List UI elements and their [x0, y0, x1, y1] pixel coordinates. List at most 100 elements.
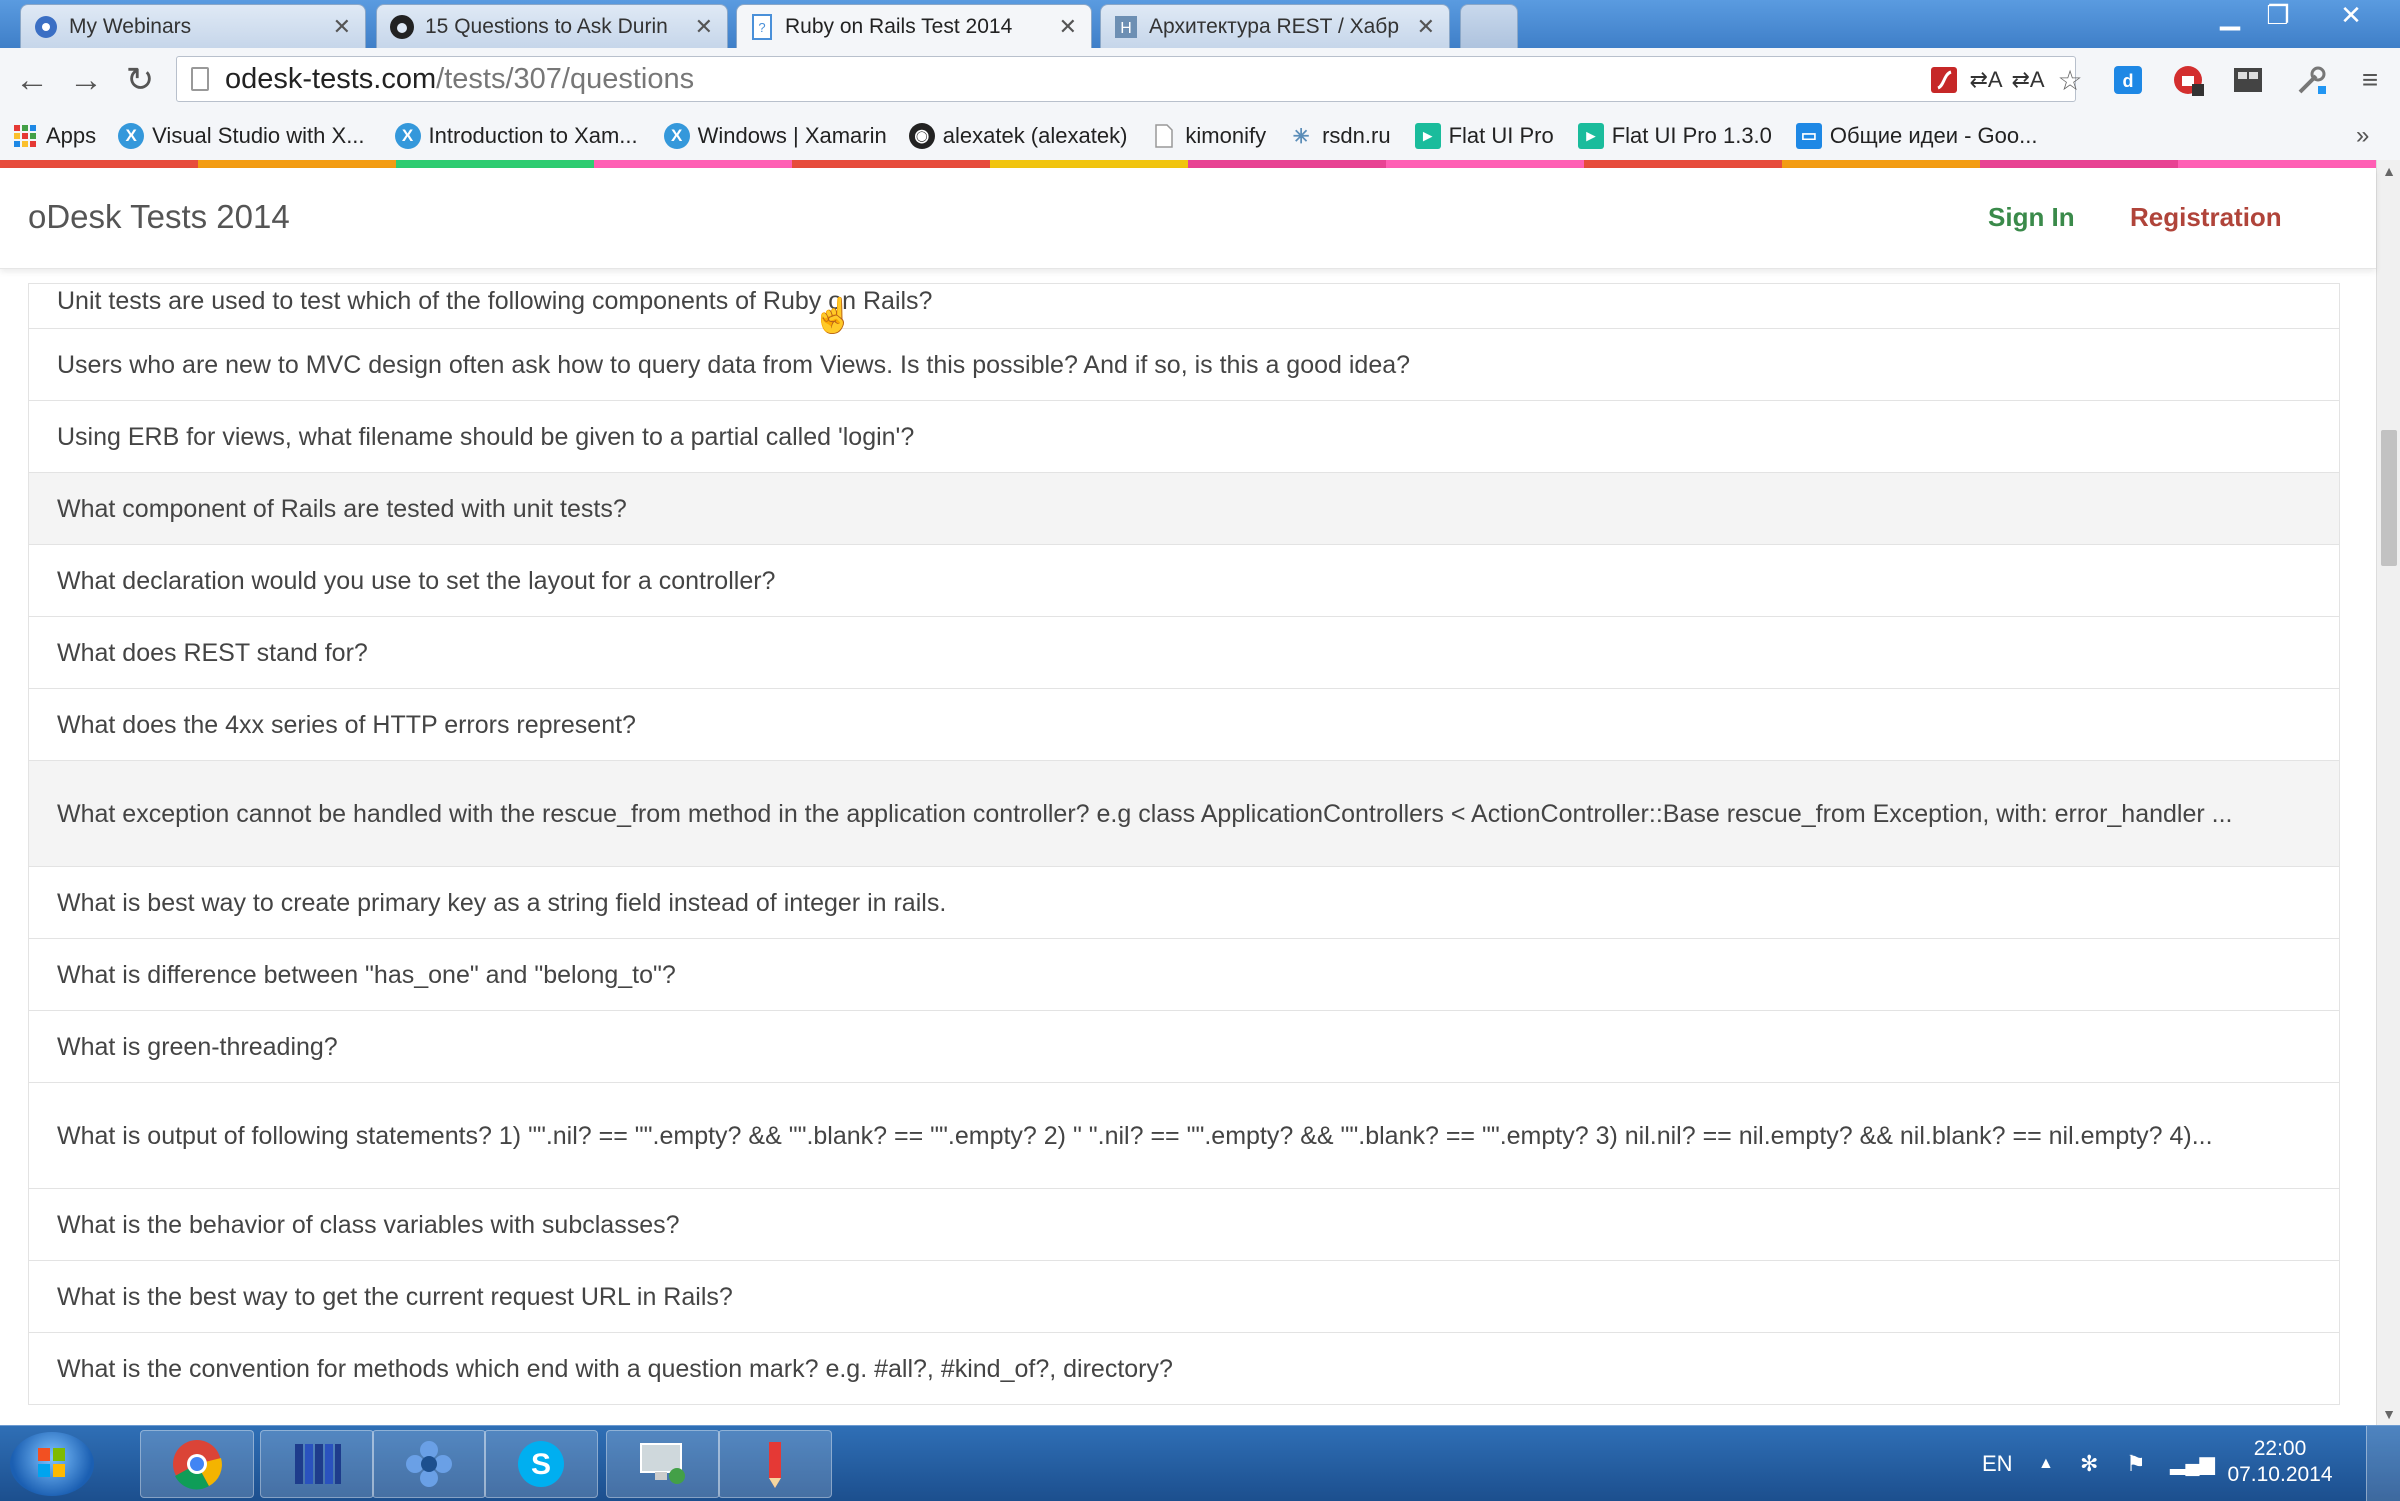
flash-icon[interactable] [1924, 60, 1964, 100]
bookmark-label: Flat UI Pro [1448, 123, 1554, 148]
bookmark-intro-xamarin[interactable]: X Introduction to Xam... [394, 123, 638, 149]
rainbow-segment [396, 160, 594, 168]
taskbar: S EN ▲ ✻ ⚑ ▂▄▆ 22:00 07.10.2014 [0, 1425, 2400, 1501]
tab-15-questions[interactable]: 15 Questions to Ask Durin ✕ [376, 4, 728, 48]
bookmark-alexatek[interactable]: ◉ alexatek (alexatek) [908, 123, 1128, 149]
question-item[interactable]: Using ERB for views, what filename shoul… [28, 401, 2340, 473]
chrome-icon[interactable] [140, 1430, 254, 1498]
system-clock[interactable]: 22:00 07.10.2014 [2210, 1436, 2350, 1488]
gear-flower-icon[interactable] [372, 1430, 486, 1498]
tab-title: My Webinars [69, 14, 192, 38]
scroll-up-icon[interactable]: ▲ [2377, 160, 2400, 182]
signal-icon[interactable]: ▂▄▆ [2170, 1426, 2215, 1501]
tab-rest-architecture[interactable]: H Архитектура REST / Хабр ✕ [1100, 4, 1450, 48]
scroll-thumb[interactable] [2381, 430, 2397, 566]
more-bookmarks-icon[interactable]: » [2356, 122, 2369, 150]
question-item[interactable]: What is green-threading? [28, 1011, 2340, 1083]
action-center-flag-icon[interactable]: ⚑ [2126, 1426, 2146, 1501]
back-icon[interactable]: ← [12, 60, 52, 100]
rainbow-segment [198, 160, 396, 168]
reload-icon[interactable]: ↻ [120, 60, 160, 100]
gallery-icon[interactable] [2228, 60, 2268, 100]
github-icon: ◉ [908, 123, 935, 149]
new-tab-button[interactable] [1460, 4, 1518, 48]
tools-icon[interactable] [2292, 60, 2332, 100]
question-item[interactable]: What is the convention for methods which… [28, 1333, 2340, 1405]
start-button[interactable] [10, 1432, 94, 1496]
close-icon[interactable]: ✕ [695, 14, 713, 40]
question-text: What does the 4xx series of HTTP errors … [57, 710, 636, 739]
bookmark-label: Общие идеи - Goo... [1829, 123, 2038, 148]
translate-alt-icon[interactable]: ⇄A [2008, 60, 2048, 100]
question-item[interactable]: Unit tests are used to test which of the… [28, 283, 2340, 329]
question-text: What exception cannot be handled with th… [57, 799, 2233, 828]
show-hidden-icons-icon[interactable]: ▲ [2038, 1426, 2054, 1501]
habr-icon: H [1113, 14, 1139, 40]
close-icon[interactable]: ✕ [1059, 14, 1077, 40]
site-brand[interactable]: oDesk Tests 2014 [28, 198, 290, 236]
bookmark-label: alexatek (alexatek) [942, 123, 1128, 148]
site-header: oDesk Tests 2014 Sign In Registration [0, 168, 2376, 269]
bookmark-rsdn[interactable]: ✳ rsdn.ru [1288, 123, 1391, 149]
question-item[interactable]: What component of Rails are tested with … [28, 473, 2340, 545]
close-icon[interactable]: ✕ [333, 14, 351, 40]
menu-icon[interactable]: ≡ [2350, 60, 2390, 100]
star-icon[interactable]: ☆ [2050, 60, 2090, 100]
tab-title: Архитектура REST / Хабр [1149, 14, 1400, 38]
xamarin-icon: X [118, 123, 145, 149]
svg-text:S: S [531, 1448, 551, 1481]
translate-icon[interactable]: ⇄A [1966, 60, 2006, 100]
bookmark-apps[interactable]: Apps [12, 123, 96, 149]
library-icon[interactable] [260, 1430, 374, 1498]
restore-icon[interactable]: ❐ [2256, 0, 2300, 30]
question-item[interactable]: What does REST stand for? [28, 617, 2340, 689]
tab-my-webinars[interactable]: My Webinars ✕ [20, 4, 366, 48]
question-text: What is difference between "has_one" and… [57, 960, 676, 989]
remote-desktop-icon[interactable] [606, 1430, 720, 1498]
show-desktop-button[interactable] [2366, 1426, 2400, 1501]
question-item[interactable]: What declaration would you use to set th… [28, 545, 2340, 617]
svg-text:d: d [2123, 71, 2134, 91]
rainbow-segment [1386, 160, 1584, 168]
question-item[interactable]: What does the 4xx series of HTTP errors … [28, 689, 2340, 761]
question-item[interactable]: Users who are new to MVC design often as… [28, 329, 2340, 401]
bookmark-label: kimonify [1185, 123, 1267, 148]
forward-icon[interactable]: → [66, 60, 106, 100]
registration-link[interactable]: Registration [2130, 202, 2282, 233]
skype-icon[interactable]: S [484, 1430, 598, 1498]
browser-toolbar: ← → ↻ odesk-tests.com/tests/307/question… [0, 48, 2400, 112]
minimize-icon[interactable]: ▁ [2208, 0, 2252, 30]
question-text: What is the convention for methods which… [57, 1354, 1173, 1383]
windows-logo-icon [38, 1448, 65, 1477]
adblock-icon[interactable] [2168, 60, 2208, 100]
address-bar[interactable]: odesk-tests.com/tests/307/questions [176, 56, 2076, 102]
question-item[interactable]: What is output of following statements? … [28, 1083, 2340, 1189]
question-item[interactable]: What is the best way to get the current … [28, 1261, 2340, 1333]
page-scrollbar[interactable]: ▲ ▼ [2376, 160, 2400, 1425]
language-indicator[interactable]: EN [1982, 1426, 2013, 1501]
bookmark-flat-ui-pro[interactable]: ▸ Flat UI Pro [1414, 123, 1554, 149]
close-window-icon[interactable]: ✕ [2326, 0, 2376, 30]
close-icon[interactable]: ✕ [1417, 14, 1435, 40]
question-item[interactable]: What is best way to create primary key a… [28, 867, 2340, 939]
sign-in-link[interactable]: Sign In [1988, 202, 2075, 233]
question-item[interactable]: What exception cannot be handled with th… [28, 761, 2340, 867]
tab-ruby-on-rails-test[interactable]: ? Ruby on Rails Test 2014 ✕ [736, 4, 1092, 48]
bookmark-general-ideas[interactable]: ▭ Общие идеи - Goo... [1795, 123, 2038, 149]
xamarin-icon: X [663, 123, 690, 149]
network-share-icon[interactable]: ✻ [2080, 1426, 2098, 1501]
url-path: /tests/307/questions [436, 62, 695, 95]
dictionary-icon[interactable]: d [2108, 60, 2148, 100]
bookmark-flat-ui-pro-130[interactable]: ▸ Flat UI Pro 1.3.0 [1577, 123, 1772, 149]
flat-ui-icon: ▸ [1414, 123, 1441, 149]
page-icon [191, 67, 209, 91]
bookmark-label: Visual Studio with X... [152, 123, 365, 148]
scroll-down-icon[interactable]: ▼ [2377, 1403, 2400, 1425]
question-item[interactable]: What is difference between "has_one" and… [28, 939, 2340, 1011]
pencil-icon[interactable] [718, 1430, 832, 1498]
bookmark-kimonify[interactable]: kimonify [1151, 123, 1266, 149]
question-text: What is output of following statements? … [57, 1121, 2213, 1150]
bookmark-windows-xamarin[interactable]: X Windows | Xamarin [663, 123, 887, 149]
bookmark-visual-studio[interactable]: X Visual Studio with X... [118, 123, 365, 149]
question-item[interactable]: What is the behavior of class variables … [28, 1189, 2340, 1261]
